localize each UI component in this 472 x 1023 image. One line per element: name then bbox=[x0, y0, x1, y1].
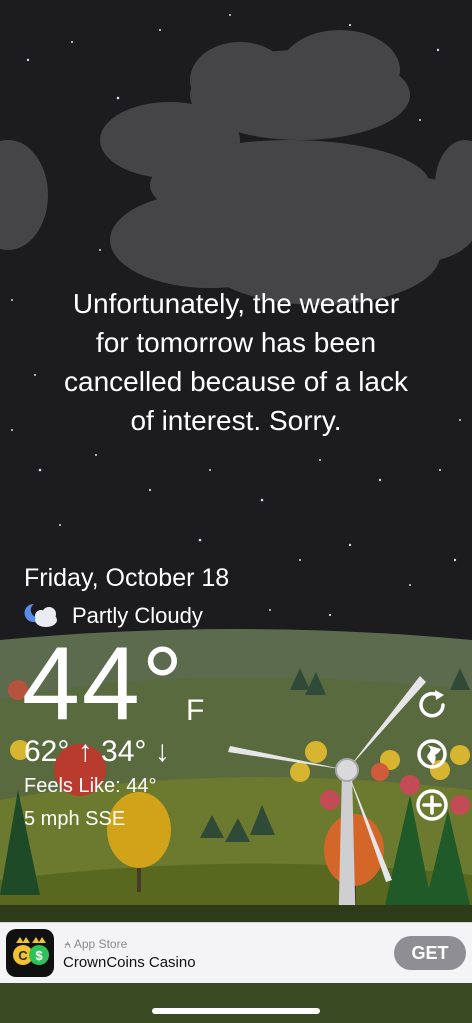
high-low-temperature: 62° ↑ 34° ↓ bbox=[24, 735, 170, 768]
weather-message: Unfortunately, the weather for tomorrow … bbox=[20, 284, 452, 440]
globe-icon[interactable] bbox=[413, 735, 451, 773]
ad-app-name: CrownCoins Casino bbox=[63, 954, 196, 971]
svg-text:C: C bbox=[18, 948, 28, 963]
crowncoins-logo-icon[interactable]: C $ bbox=[6, 929, 54, 977]
message-line: of interest. Sorry. bbox=[130, 405, 342, 436]
app-store-label: ⍲ App Store bbox=[64, 937, 127, 952]
svg-text:$: $ bbox=[35, 948, 43, 963]
home-indicator[interactable] bbox=[152, 1008, 320, 1014]
night-landscape-background bbox=[0, 0, 472, 1023]
ad-banner[interactable]: C $ ⍲ App Store CrownCoins Casino GET bbox=[0, 922, 472, 983]
app-store-text: App Store bbox=[73, 937, 128, 951]
temperature-unit: F bbox=[186, 694, 205, 727]
message-line: for tomorrow has been bbox=[95, 327, 377, 358]
get-button[interactable]: GET bbox=[394, 936, 466, 970]
message-line: Unfortunately, the weather bbox=[72, 288, 400, 319]
message-line: cancelled because of a lack bbox=[64, 366, 408, 397]
refresh-icon[interactable] bbox=[413, 686, 451, 724]
partly-cloudy-night-icon bbox=[24, 603, 57, 627]
date-label: Friday, October 18 bbox=[24, 564, 230, 592]
app-store-icon: ⍲ bbox=[64, 937, 74, 951]
current-temperature: 44° bbox=[22, 626, 186, 742]
add-icon[interactable] bbox=[413, 786, 451, 824]
wind-label: 5 mph SSE bbox=[24, 808, 126, 830]
feels-like-label: Feels Like: 44° bbox=[24, 775, 157, 797]
